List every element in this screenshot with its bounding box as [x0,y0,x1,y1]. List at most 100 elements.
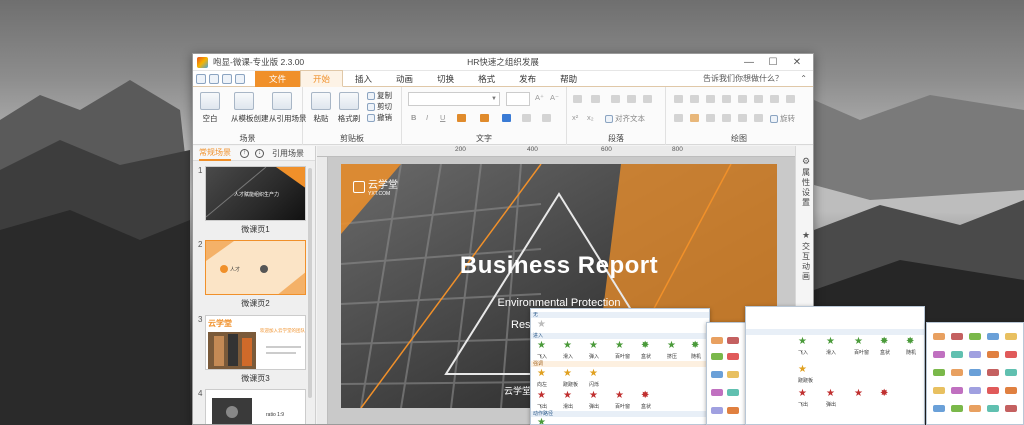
minimize-button[interactable]: — [737,57,761,68]
style-chip[interactable] [727,407,739,414]
effect-icon[interactable] [706,114,715,122]
style-chip[interactable] [1005,333,1017,340]
superscript-icon[interactable]: x² [572,113,578,122]
shape-layer-icon[interactable] [786,95,795,103]
font-size-select[interactable] [506,92,530,106]
style-chip[interactable] [951,333,963,340]
align-left-icon[interactable] [611,95,620,103]
numbering-icon[interactable] [591,95,600,103]
emphasis-1-icon[interactable]: ★ [537,369,546,379]
motion-path-icon[interactable]: ★ [537,418,546,425]
tab-ref-scenes[interactable]: 引用场景 [272,148,304,159]
tab-home[interactable]: 开始 [300,70,344,87]
box-out-icon[interactable]: ✸ [880,389,888,399]
fly-out-icon[interactable]: ★ [798,389,807,399]
style-chip[interactable] [1005,351,1017,358]
italic-icon[interactable]: I [426,113,428,122]
blinds-in-icon[interactable]: ★ [615,341,624,351]
style-chip[interactable] [711,337,723,344]
shape-text-icon[interactable] [722,95,731,103]
style-chip[interactable] [1005,387,1017,394]
bounce-out-icon[interactable]: ★ [826,389,835,399]
style-chip[interactable] [951,369,963,376]
tab-transition[interactable]: 切换 [425,71,466,87]
increase-font-icon[interactable]: A⁺ [535,93,544,102]
flip-icon[interactable] [754,114,763,122]
shape-person-icon[interactable] [690,95,699,103]
copy-button[interactable]: 复制 [367,90,392,101]
maximize-button[interactable]: ☐ [761,57,785,68]
none-star-icon[interactable]: ★ [537,320,546,330]
style-chip[interactable] [727,337,739,344]
properties-button[interactable]: ⚙ 属性设置 [796,156,813,208]
bounce-out-icon[interactable]: ★ [589,391,598,401]
style-chip[interactable] [933,405,945,412]
style-icon[interactable] [722,114,731,122]
rotate-button[interactable]: 旋转 [770,113,795,124]
emphasis-2-icon[interactable]: ★ [563,369,572,379]
bold-icon[interactable]: B [411,113,416,122]
style-chip[interactable] [711,353,723,360]
slide-footer[interactable]: 云学堂 [504,384,531,397]
shape-align-icon[interactable] [770,95,779,103]
outline-icon[interactable] [690,114,699,122]
shape-rect-icon[interactable] [674,95,683,103]
fill-icon[interactable] [674,114,683,122]
slide-title[interactable]: Business Report [341,252,777,280]
style-chip[interactable] [987,369,999,376]
style-chip[interactable] [951,351,963,358]
squeeze-in-icon[interactable]: ★ [667,341,676,351]
scene-list-scrollbar[interactable] [308,168,312,398]
style-chip[interactable] [711,371,723,378]
subscript-icon[interactable]: x₂ [587,113,594,122]
tab-regular-scenes[interactable]: 常规场景 [199,146,231,161]
seesaw-icon[interactable]: ★ [798,365,807,375]
style-chip[interactable] [933,387,945,394]
blinds-out-icon[interactable]: ★ [615,391,624,401]
from-ref-scene-button[interactable]: 从引用场景 [269,92,307,124]
blinds-out-icon[interactable]: ★ [854,389,863,399]
blank-scene-button[interactable]: 空白 [197,92,223,124]
bullets-icon[interactable] [573,95,582,103]
align-text-button[interactable]: 对齐文本 [605,113,645,124]
fly-out-icon[interactable]: ★ [537,391,546,401]
slide-out-icon[interactable]: ★ [563,391,572,401]
open-icon[interactable] [209,73,219,84]
shape-group-icon[interactable] [754,95,763,103]
collapse-ribbon-icon[interactable]: ⌃ [800,74,807,83]
undo-button[interactable]: 撤销 [367,112,392,123]
style-chip[interactable] [933,333,945,340]
fly-in-icon[interactable]: ★ [537,341,546,351]
font-color-icon[interactable] [480,114,489,122]
highlight-color-icon[interactable] [457,114,466,122]
blinds-in-icon[interactable]: ★ [854,337,863,347]
tab-file[interactable]: 文件 [255,70,301,87]
style-chip[interactable] [969,405,981,412]
tab-publish[interactable]: 发布 [507,71,548,87]
shape-arrange-icon[interactable] [738,95,747,103]
style-chip[interactable] [951,405,963,412]
text-color-icon[interactable] [502,114,511,122]
style-chip[interactable] [933,369,945,376]
paste-button[interactable]: 粘贴 [308,92,334,124]
crop-icon[interactable] [738,114,747,122]
random-in-icon[interactable]: ✸ [691,341,699,351]
tab-insert[interactable]: 插入 [343,71,384,87]
help-search[interactable]: 告诉我们你想做什么？ [703,73,783,84]
tab-animation[interactable]: 动画 [384,71,425,87]
style-chip[interactable] [987,405,999,412]
tab-help[interactable]: 帮助 [548,71,589,87]
text-spacing-icon[interactable] [522,114,531,122]
move-up-icon[interactable]: ↑ [240,148,249,158]
align-right-icon[interactable] [643,95,652,103]
style-chip[interactable] [987,351,999,358]
style-chip[interactable] [933,351,945,358]
fly-in-icon[interactable]: ★ [798,337,807,347]
style-chip[interactable] [727,353,739,360]
underline-icon[interactable]: U [440,113,445,122]
interactive-animation-button[interactable]: ★ 交互动画 [796,230,813,282]
style-chip[interactable] [711,407,723,414]
preview-icon[interactable] [235,73,245,84]
tab-format[interactable]: 格式 [466,71,507,87]
style-chip[interactable] [727,389,739,396]
